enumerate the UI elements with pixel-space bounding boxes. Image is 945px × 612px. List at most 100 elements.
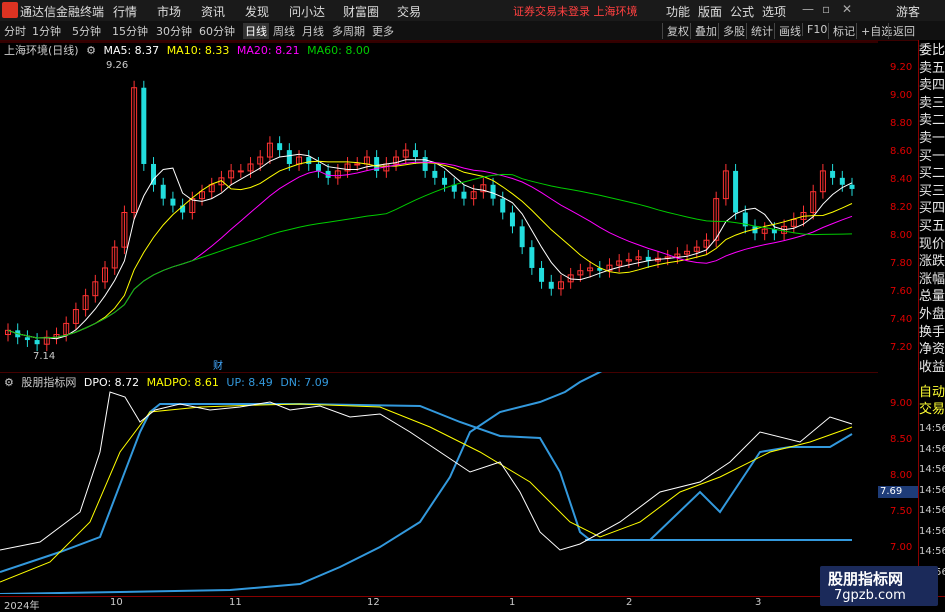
menu-quotes[interactable]: 行情 [113,3,137,20]
ma5-legend: MA5: 8.37 [103,44,160,57]
candle-body [315,163,321,171]
candle-body [509,212,515,227]
price-tick: 7.40 [890,314,913,325]
btn-stats[interactable]: 统计 [746,23,773,39]
watermark-url: 7gpzb.com [834,588,906,603]
price-tick: 7.80 [890,258,913,269]
period-5min[interactable]: 5分钟 [72,23,101,39]
tick-time: 14:56 [919,484,945,496]
madpo-line [0,403,853,583]
candle-body [529,247,535,268]
app-title: 通达信金融终端 [20,5,105,19]
stock-name[interactable]: 上海环境(日线) [4,44,79,57]
candle-body [442,177,448,185]
btn-add-watchlist[interactable]: +自选 [856,23,892,39]
quote-field-label: 买二 [919,166,945,182]
candle-body [539,267,545,282]
quote-field-label: 净资 [919,342,945,358]
candle-body [412,150,418,158]
candle-body [422,157,428,171]
indicator-chart[interactable] [0,372,878,594]
x-axis-label: 11 [229,597,242,608]
quote-field-label: 卖一 [919,131,945,146]
main-legend: 上海环境(日线) ⚙ MA5: 8.37 MA10: 8.33 MA20: 8.… [4,42,374,58]
btn-overlay[interactable]: 叠加 [690,23,717,39]
x-axis-label: 12 [367,597,380,608]
menu-wealth-circle[interactable]: 财富圈 [343,3,379,20]
x-axis-label: 2 [626,597,633,608]
candle-body [839,177,845,185]
period-more[interactable]: 更多 [372,23,394,39]
period-60min[interactable]: 60分钟 [199,23,235,39]
auto-label[interactable]: 自动 [919,386,945,400]
candle-series [5,80,855,352]
maximize-icon[interactable]: ▫ [822,2,830,16]
ma10-legend: MA10: 8.33 [166,44,230,57]
madpo-legend: MADPO: 8.61 [146,376,219,389]
period-timeshare[interactable]: 分时 [4,23,26,39]
dpo-legend: DPO: 8.72 [83,376,140,389]
candle-body [277,143,283,151]
quote-field-label: 卖三 [919,95,945,111]
menu-layout[interactable]: 版面 [698,3,722,20]
indicator-name[interactable]: 股朋指标网 [21,376,76,389]
period-1min[interactable]: 1分钟 [32,23,61,39]
candle-body [34,340,40,345]
menu-formula[interactable]: 公式 [730,3,754,20]
period-monthly[interactable]: 月线 [302,23,324,39]
candle-body [160,184,166,199]
menu-ask[interactable]: 问小达 [289,3,325,20]
btn-multi-stock[interactable]: 多股 [718,23,745,39]
tick-time: 14:56 [919,423,945,434]
btn-back[interactable]: 返回 [888,23,915,39]
login-status[interactable]: 证券交易未登录 上海环境 [513,3,638,19]
btn-f10[interactable]: F10 [802,23,827,36]
menu-trade[interactable]: 交易 [397,3,421,20]
menu-function[interactable]: 功能 [666,3,690,20]
indicator-tick: 8.50 [890,434,913,445]
indicator-tick: 7.00 [890,542,913,553]
minimize-icon[interactable]: — [802,2,814,16]
tick-time: 14:56 [919,546,945,557]
indicator-tick: 8.00 [890,470,913,481]
candle-body [849,184,855,189]
quote-field-label: 委比 [919,43,945,58]
price-tick: 7.20 [890,342,913,353]
btn-adjust[interactable]: 复权 [662,23,689,39]
guest-label[interactable]: 游客 [896,3,920,20]
quote-field-label: 换手 [919,324,945,340]
period-daily[interactable]: 日线 [243,23,269,39]
up-line [0,403,853,573]
low-marker: 7.14 [33,351,56,362]
period-multi[interactable]: 多周期 [332,23,365,39]
tick-time: 14:56 [919,464,945,475]
period-15min[interactable]: 15分钟 [112,23,148,39]
menu-discover[interactable]: 发现 [245,3,269,20]
event-marker[interactable]: 财 [213,357,223,372]
trade-label[interactable]: 交易 [919,403,945,417]
menu-options[interactable]: 选项 [762,3,786,20]
btn-mark[interactable]: 标记 [828,23,855,39]
period-30min[interactable]: 30分钟 [156,23,192,39]
indicator-settings-icon[interactable]: ⚙ [4,376,14,389]
menu-news[interactable]: 资讯 [201,3,225,20]
candle-body [354,163,361,166]
quote-field-label: 买四 [919,201,945,217]
candlestick-chart[interactable] [0,40,878,370]
quote-field-label: 涨跌 [919,254,945,270]
candle-body [286,150,292,164]
price-tick: 8.80 [890,118,913,129]
close-icon[interactable]: ✕ [842,2,852,16]
period-weekly[interactable]: 周线 [273,23,295,39]
btn-draw[interactable]: 画线 [774,23,801,39]
quote-field-label: 卖二 [919,113,945,129]
menu-market[interactable]: 市场 [157,3,181,20]
settings-icon[interactable]: ⚙ [86,44,96,57]
quote-field-label: 买五 [919,219,945,234]
tick-time: 14:56 [919,443,945,455]
quote-field-label: 买一 [919,148,945,164]
candle-body [432,170,438,178]
price-tick: 9.20 [890,62,913,73]
candle-body [500,198,506,213]
candle-body [141,87,147,164]
